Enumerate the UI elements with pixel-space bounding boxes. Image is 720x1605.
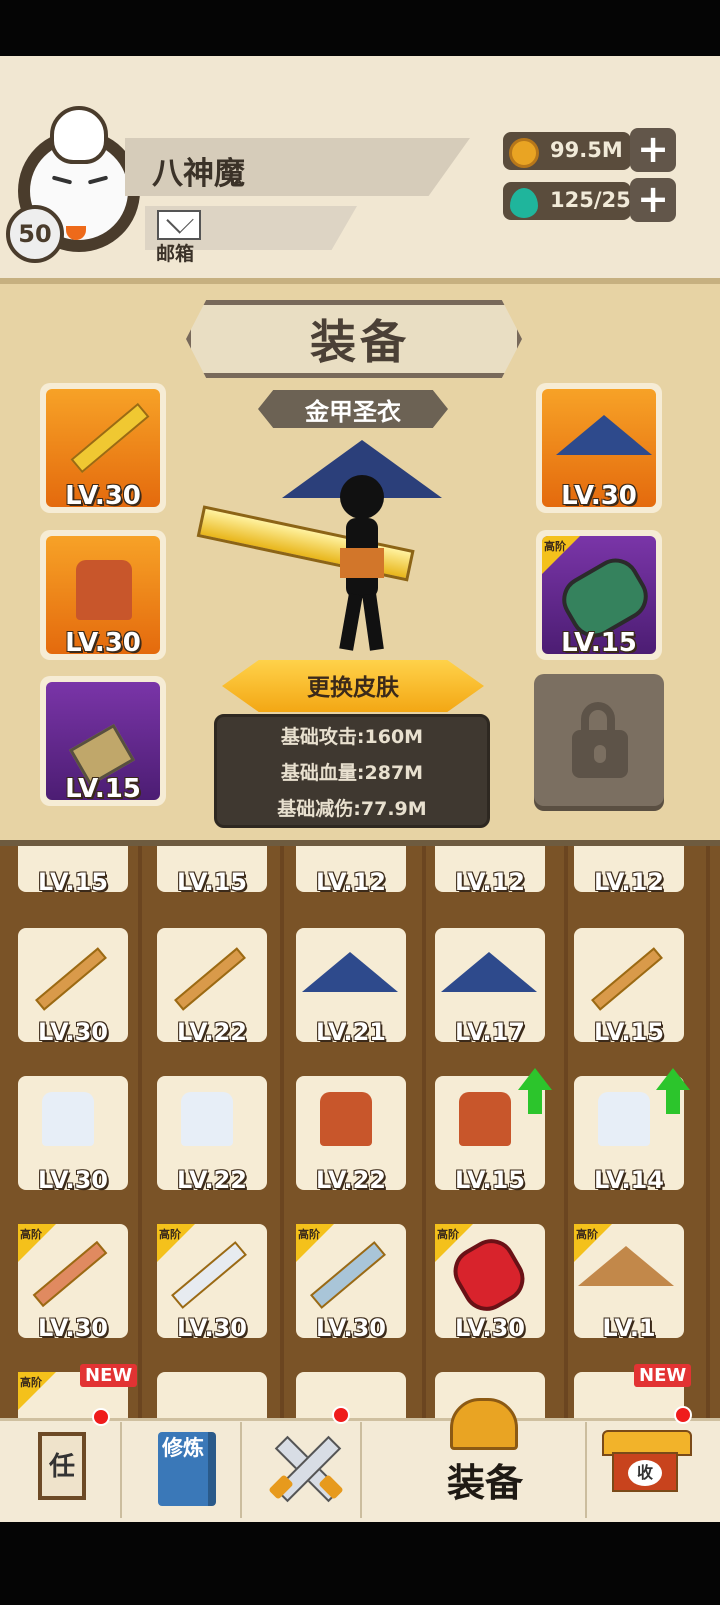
equip-slot-accessory[interactable]: 高阶 LV.15: [536, 530, 662, 660]
robe-icon: [42, 1092, 94, 1146]
inventory-item[interactable]: 高阶 LV.30: [435, 1224, 545, 1342]
slot-level: LV.15: [65, 774, 141, 800]
slot-level: LV.30: [65, 628, 141, 654]
upgrade-arrow-icon: [518, 1068, 552, 1114]
armor-icon: [76, 560, 132, 620]
gem-icon: [510, 188, 538, 218]
mail-icon[interactable]: [157, 210, 201, 240]
system-nav-bar: [0, 1522, 720, 1605]
coin-amount: 99.5M: [550, 138, 623, 162]
new-badge: NEW: [80, 1364, 138, 1387]
inventory-item[interactable]: [157, 1372, 267, 1418]
inventory-item[interactable]: 高阶 LV.30: [18, 1224, 128, 1342]
robe-icon: [598, 1092, 650, 1146]
inventory-item[interactable]: [296, 1372, 406, 1418]
staff-icon: [591, 947, 663, 1011]
page-title: 装备: [310, 315, 410, 369]
change-skin-label[interactable]: 更换皮肤: [222, 668, 484, 702]
equip-slot-hat[interactable]: LV.30: [536, 383, 662, 513]
notification-dot: [92, 1408, 110, 1426]
training-char: 修炼: [162, 1436, 204, 1460]
equip-slot-armor[interactable]: LV.30: [40, 530, 166, 660]
sword-icon: [70, 402, 150, 474]
hat-icon: [556, 415, 652, 455]
staff-icon: [174, 947, 246, 1011]
equip-slot-amulet[interactable]: LV.15: [40, 676, 166, 806]
add-coins-button[interactable]: +: [630, 128, 676, 172]
inventory-item[interactable]: LV.12: [435, 846, 545, 896]
inventory-item[interactable]: LV.15: [18, 846, 128, 896]
inventory-item[interactable]: 高阶 LV.1: [574, 1224, 684, 1342]
tasks-char: 任: [48, 1452, 75, 1482]
gem-amount: 125/25: [550, 188, 631, 212]
inventory-item[interactable]: LV.21: [296, 928, 406, 1046]
upgrade-arrow-icon: [656, 1068, 690, 1114]
inventory-item[interactable]: LV.15: [574, 928, 684, 1046]
mailbox-label[interactable]: 邮箱: [156, 239, 194, 266]
inventory-item[interactable]: LV.22: [157, 928, 267, 1046]
equip-slot-weapon[interactable]: LV.30: [40, 383, 166, 513]
slot-level: LV.30: [65, 481, 141, 507]
inventory-item[interactable]: LV.30: [18, 1076, 128, 1194]
player-name: 八神魔: [152, 156, 245, 192]
inventory-grid[interactable]: LV.15 LV.15 LV.12 LV.12 LV.12 LV.30 LV.2…: [0, 846, 720, 1418]
advanced-tag-label: 高阶: [544, 540, 566, 553]
inventory-item[interactable]: LV.15: [157, 846, 267, 896]
hero-head: [340, 475, 384, 519]
hat-icon: [441, 952, 537, 992]
inventory-item[interactable]: LV.12: [574, 846, 684, 896]
robe-icon: [181, 1092, 233, 1146]
armor-icon: [320, 1092, 372, 1146]
notification-dot: [332, 1406, 350, 1424]
slot-level: LV.30: [561, 481, 637, 507]
helmet-icon: [450, 1398, 518, 1450]
inventory-item[interactable]: LV.22: [296, 1076, 406, 1194]
stat-attack: 基础攻击:160M: [280, 726, 424, 748]
inventory-item[interactable]: LV.17: [435, 928, 545, 1046]
new-badge: NEW: [634, 1364, 692, 1387]
avatar-crest: [50, 106, 108, 164]
outfit-name: 金甲圣衣: [305, 398, 401, 426]
inventory-item[interactable]: LV.12: [296, 846, 406, 896]
coin-icon: [509, 138, 539, 168]
status-bar: [0, 0, 720, 56]
add-gems-button[interactable]: +: [630, 178, 676, 222]
stat-defense: 基础减伤:77.9M: [277, 798, 427, 820]
notification-dot: [674, 1406, 692, 1424]
inventory-item[interactable]: LV.30: [18, 928, 128, 1046]
inventory-item[interactable]: 高阶 LV.30: [296, 1224, 406, 1342]
slot-level: LV.15: [561, 628, 637, 654]
inventory-item[interactable]: LV.22: [157, 1076, 267, 1194]
inventory-item[interactable]: 高阶 LV.30: [157, 1224, 267, 1342]
hero-belt: [340, 548, 384, 578]
staff-icon: [35, 947, 107, 1011]
player-level-badge: 50: [6, 205, 64, 263]
stat-hp: 基础血量:287M: [280, 762, 424, 784]
armor-icon: [459, 1092, 511, 1146]
lock-keyhole: [594, 745, 606, 763]
nav-equipment-label: 装备: [446, 1461, 523, 1505]
shop-char: 收: [628, 1460, 662, 1486]
hat-icon: [302, 952, 398, 992]
